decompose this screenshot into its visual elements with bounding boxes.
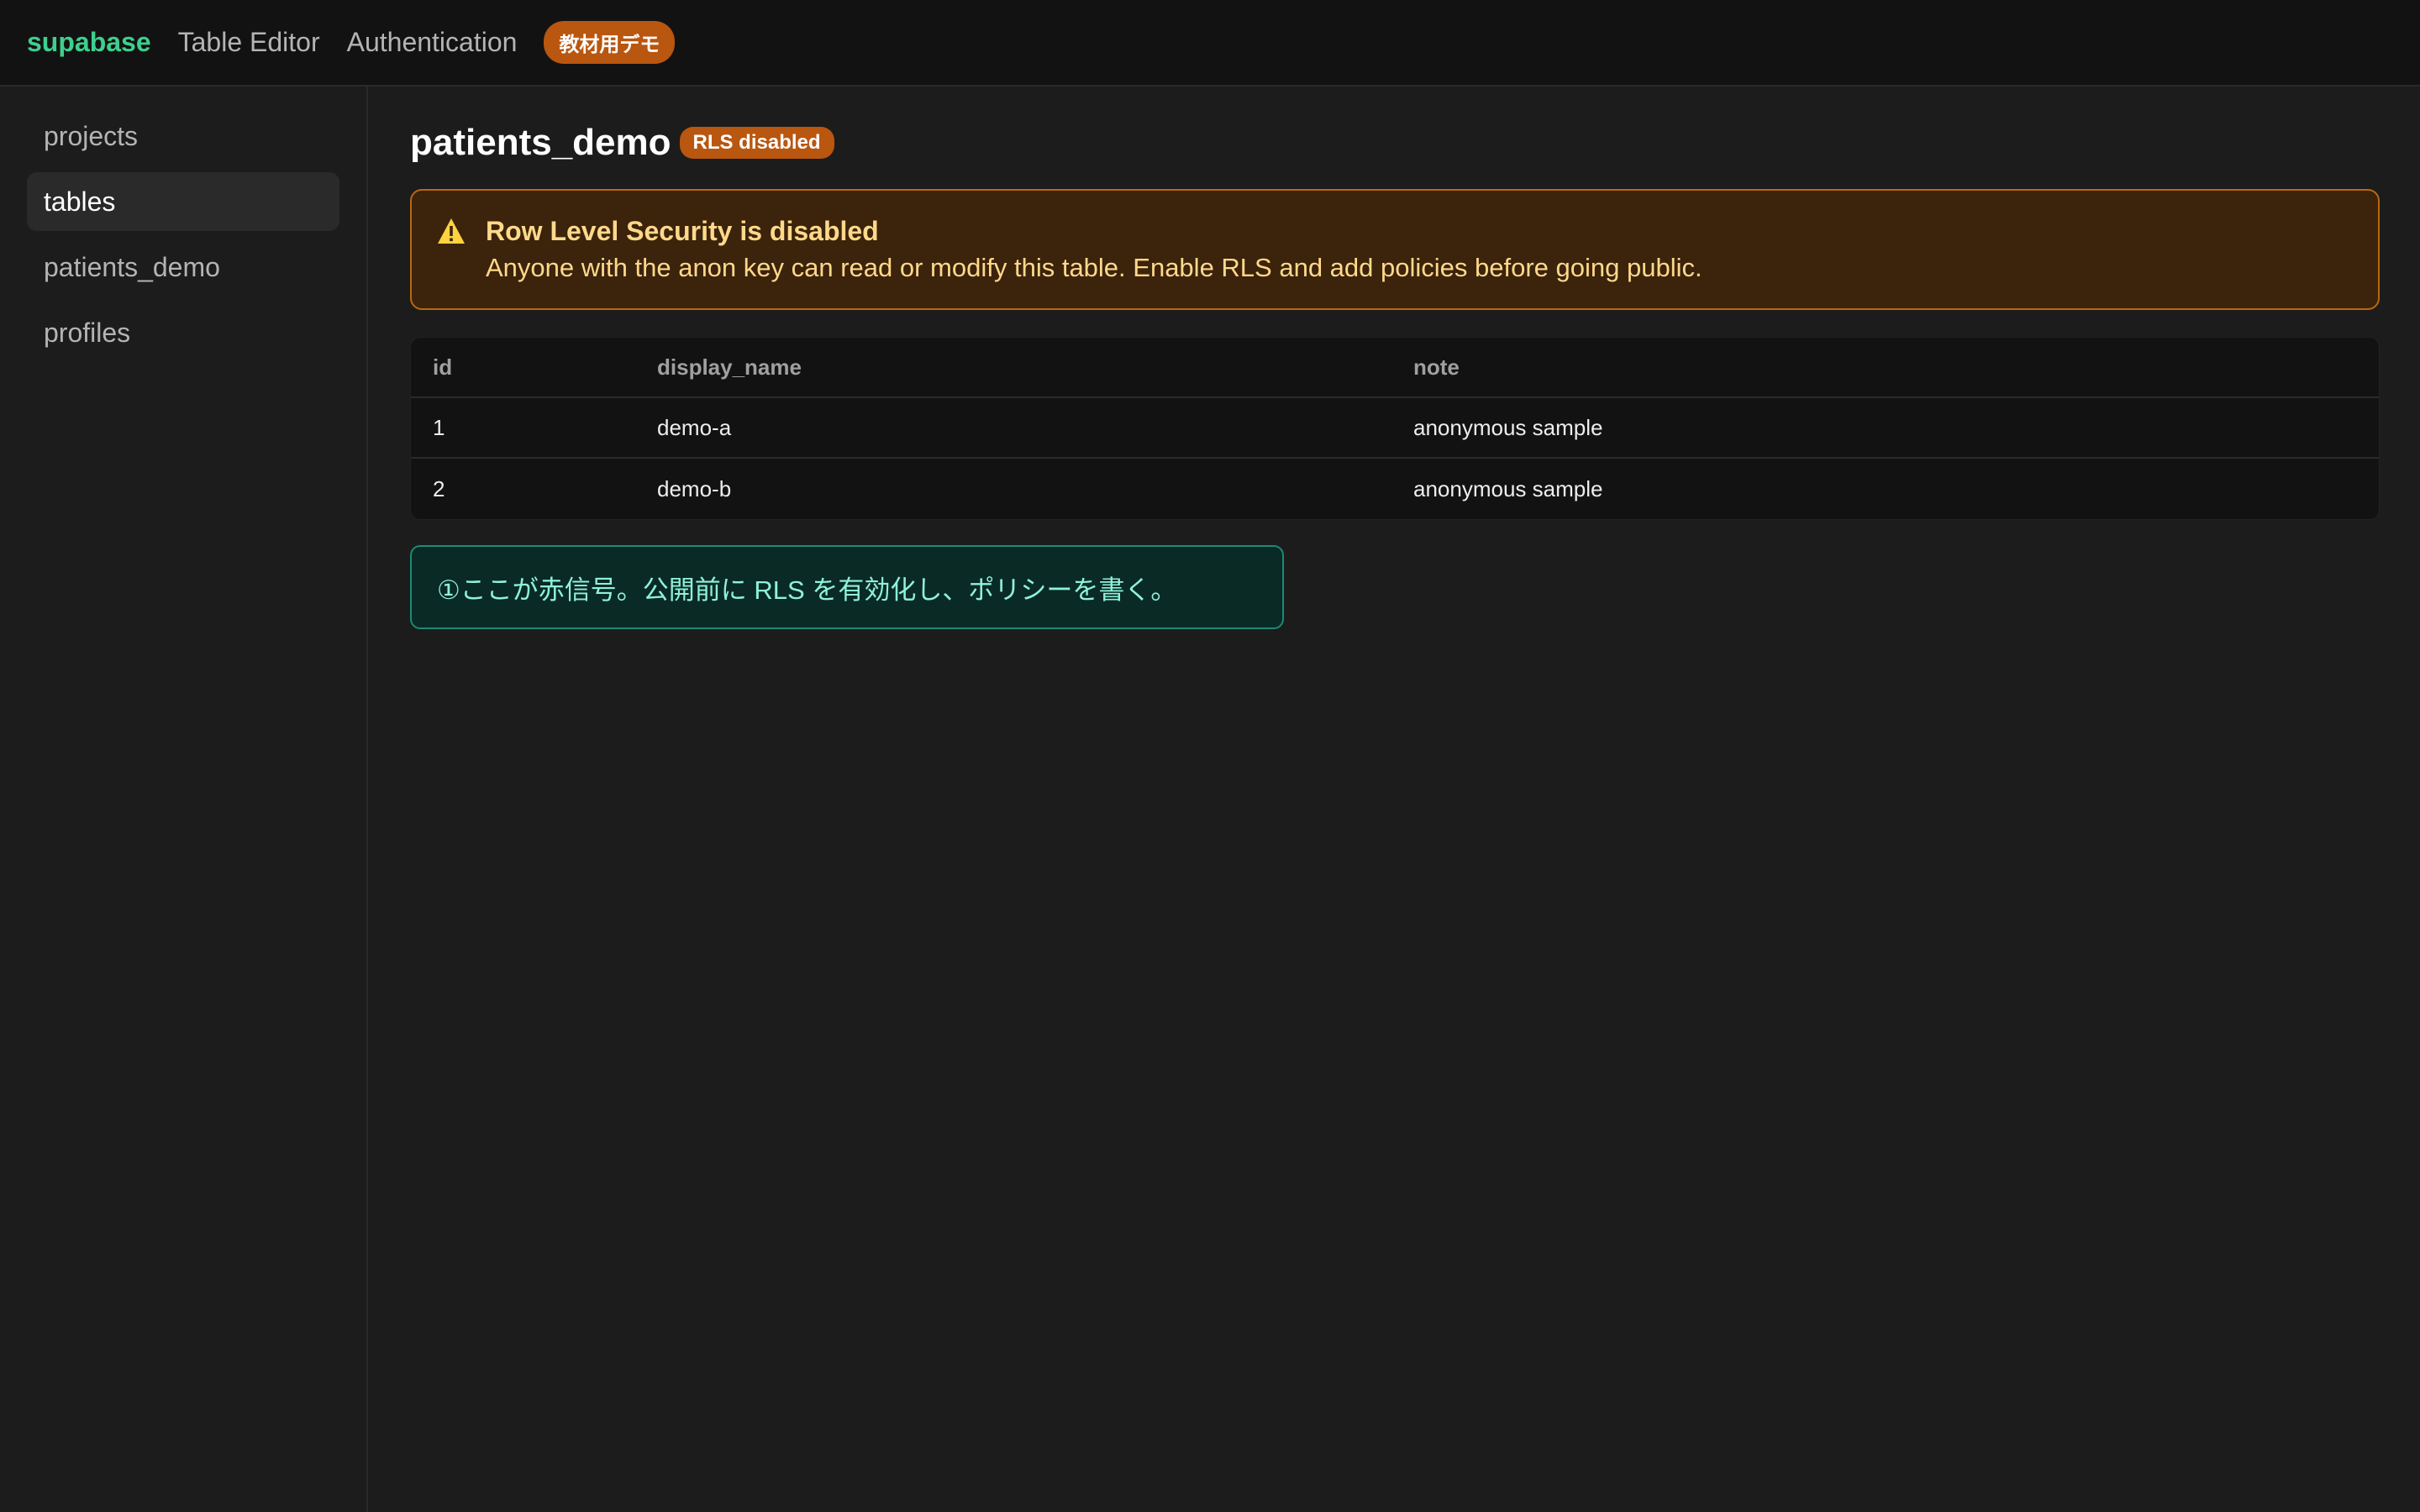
table-cell-id[interactable]: 1	[411, 415, 657, 441]
sidebar-item-label: patients_demo	[44, 251, 220, 282]
sidebar-item-label: tables	[44, 186, 116, 217]
sidebar: projects tables patients_demo profiles	[0, 87, 368, 1512]
table-header-row: id display_name note	[411, 338, 2379, 398]
nav-authentication[interactable]: Authentication	[347, 27, 518, 58]
warning-text: Row Level Security is disabled Anyone wi…	[486, 214, 1702, 288]
table-cell-note[interactable]: anonymous sample	[1413, 476, 2379, 502]
annotation-note-text: ①ここが赤信号。公開前に RLS を有効化し、ポリシーを書く。	[437, 575, 1177, 605]
warning-title: Row Level Security is disabled	[486, 216, 879, 246]
table-cell-display-name[interactable]: demo-b	[657, 476, 1413, 502]
rls-status-badge: RLS disabled	[679, 127, 834, 159]
title-row: patients_demo RLS disabled	[410, 120, 2380, 165]
brand-logo[interactable]: supabase	[27, 27, 151, 58]
column-header-id[interactable]: id	[411, 354, 657, 381]
table-row[interactable]: 2 demo-b anonymous sample	[411, 459, 2379, 519]
table-row[interactable]: 1 demo-a anonymous sample	[411, 398, 2379, 459]
annotation-note: ①ここが赤信号。公開前に RLS を有効化し、ポリシーを書く。	[410, 545, 1284, 629]
warning-triangle-icon	[438, 218, 465, 244]
table-cell-note[interactable]: anonymous sample	[1413, 415, 2379, 441]
column-header-display-name[interactable]: display_name	[657, 354, 1413, 381]
table-cell-display-name[interactable]: demo-a	[657, 415, 1413, 441]
sidebar-item-label: projects	[44, 120, 139, 151]
rls-warning-banner: Row Level Security is disabled Anyone wi…	[410, 189, 2380, 310]
sidebar-item-label: profiles	[44, 317, 131, 348]
table-cell-id[interactable]: 2	[411, 476, 657, 502]
sidebar-item-projects[interactable]: projects	[27, 107, 339, 165]
data-table: id display_name note 1 demo-a anonymous …	[410, 337, 2380, 520]
column-header-note[interactable]: note	[1413, 354, 2379, 381]
warning-body: Anyone with the anon key can read or mod…	[486, 253, 1702, 282]
top-navigation-bar: supabase Table Editor Authentication 教材用…	[0, 0, 2420, 87]
demo-badge: 教材用デモ	[544, 21, 676, 64]
sidebar-item-tables[interactable]: tables	[27, 172, 339, 231]
main-content: patients_demo RLS disabled Row Level Sec…	[410, 87, 2380, 629]
page-title: patients_demo	[410, 122, 671, 163]
sidebar-item-patients-demo[interactable]: patients_demo	[27, 238, 339, 297]
sidebar-item-profiles[interactable]: profiles	[27, 303, 339, 362]
nav-table-editor[interactable]: Table Editor	[178, 27, 320, 58]
